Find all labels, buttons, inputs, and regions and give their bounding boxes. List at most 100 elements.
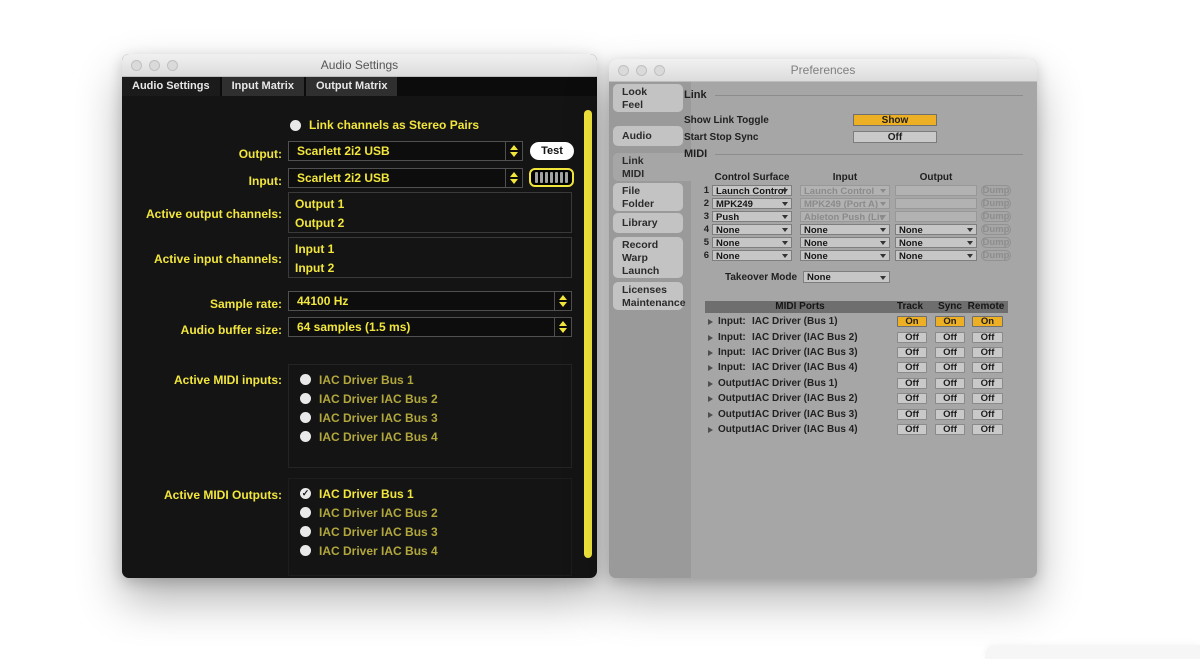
expander-triangle-icon[interactable]	[708, 319, 713, 325]
sync-toggle[interactable]: Off	[935, 424, 965, 435]
sidebar-item-library[interactable]: Library	[613, 213, 683, 233]
stepper-arrows-icon[interactable]	[554, 292, 571, 310]
remote-toggle[interactable]: Off	[972, 332, 1003, 343]
expander-triangle-icon[interactable]	[708, 427, 713, 433]
sync-toggle[interactable]: Off	[935, 332, 965, 343]
track-toggle[interactable]: Off	[897, 362, 927, 373]
track-toggle[interactable]: Off	[897, 424, 927, 435]
sidebar-item-record-warp-launch[interactable]: Record Warp Launch	[613, 237, 683, 278]
audio-settings-titlebar[interactable]: Audio Settings	[122, 54, 597, 77]
dump-button[interactable]: Dump	[981, 224, 1011, 235]
checkbox-icon[interactable]	[300, 545, 311, 556]
close-button[interactable]	[618, 65, 629, 76]
tab-audio-settings[interactable]: Audio Settings	[122, 77, 220, 96]
sync-toggle[interactable]: Off	[935, 393, 965, 404]
minimize-button[interactable]	[636, 65, 647, 76]
checkbox-icon[interactable]	[300, 374, 311, 385]
preferences-titlebar[interactable]: Preferences	[609, 59, 1037, 82]
stereo-pairs-checkbox-row[interactable]: Link channels as Stereo Pairs	[290, 118, 479, 132]
sync-toggle[interactable]: Off	[935, 409, 965, 420]
input-select[interactable]: None	[800, 250, 890, 261]
control-surface-select[interactable]: None	[712, 237, 792, 248]
stepper-arrows-icon[interactable]	[505, 169, 522, 187]
show-link-toggle-button[interactable]: Show	[853, 114, 937, 126]
sidebar-item-audio[interactable]: Audio	[613, 126, 683, 146]
checkbox-icon[interactable]	[300, 412, 311, 423]
output-device-select[interactable]: Scarlett 2i2 USB	[288, 141, 523, 161]
midi-output-item[interactable]: IAC Driver Bus 1	[300, 484, 571, 503]
expander-triangle-icon[interactable]	[708, 335, 713, 341]
checkbox-checked-icon[interactable]	[300, 488, 311, 499]
track-toggle[interactable]: Off	[897, 378, 927, 389]
output-select[interactable]: None	[895, 237, 977, 248]
midi-output-item[interactable]: IAC Driver IAC Bus 4	[300, 541, 571, 560]
list-item[interactable]: Output 1	[289, 195, 571, 214]
remote-toggle[interactable]: On	[972, 316, 1003, 327]
remote-toggle[interactable]: Off	[972, 393, 1003, 404]
midi-output-item[interactable]: IAC Driver IAC Bus 2	[300, 503, 571, 522]
tab-input-matrix[interactable]: Input Matrix	[222, 77, 304, 96]
dump-button[interactable]: Dump	[981, 185, 1011, 196]
stepper-arrows-icon[interactable]	[505, 142, 522, 160]
output-select[interactable]: None	[895, 224, 977, 235]
track-toggle[interactable]: Off	[897, 409, 927, 420]
control-surface-select[interactable]: Launch Control	[712, 185, 792, 196]
expander-triangle-icon[interactable]	[708, 412, 713, 418]
sample-rate-select[interactable]: 44100 Hz	[288, 291, 572, 311]
scrollbar[interactable]	[584, 110, 592, 558]
remote-toggle[interactable]: Off	[972, 378, 1003, 389]
sync-toggle[interactable]: Off	[935, 347, 965, 358]
expander-triangle-icon[interactable]	[708, 396, 713, 402]
sync-toggle[interactable]: Off	[935, 378, 965, 389]
control-surface-select[interactable]: Push	[712, 211, 792, 222]
control-surface-select[interactable]: MPK249	[712, 198, 792, 209]
dump-button[interactable]: Dump	[981, 237, 1011, 248]
input-device-select[interactable]: Scarlett 2i2 USB	[288, 168, 523, 188]
zoom-button[interactable]	[654, 65, 665, 76]
dump-button[interactable]: Dump	[981, 211, 1011, 222]
control-surface-select[interactable]: None	[712, 250, 792, 261]
checkbox-icon[interactable]	[300, 526, 311, 537]
track-toggle[interactable]: On	[897, 316, 927, 327]
dump-button[interactable]: Dump	[981, 250, 1011, 261]
remote-toggle[interactable]: Off	[972, 424, 1003, 435]
start-stop-sync-button[interactable]: Off	[853, 131, 937, 143]
track-toggle[interactable]: Off	[897, 393, 927, 404]
checkbox-icon[interactable]	[300, 507, 311, 518]
midi-input-item[interactable]: IAC Driver IAC Bus 4	[300, 427, 571, 446]
buffer-size-select[interactable]: 64 samples (1.5 ms)	[288, 317, 572, 337]
midi-input-item[interactable]: IAC Driver IAC Bus 3	[300, 408, 571, 427]
stepper-arrows-icon[interactable]	[554, 318, 571, 336]
track-toggle[interactable]: Off	[897, 332, 927, 343]
active-output-channels-list[interactable]: Output 1 Output 2	[288, 192, 572, 233]
midi-input-item[interactable]: IAC Driver IAC Bus 2	[300, 389, 571, 408]
expander-triangle-icon[interactable]	[708, 365, 713, 371]
list-item[interactable]: Output 2	[289, 214, 571, 233]
sync-toggle[interactable]: On	[935, 316, 965, 327]
remote-toggle[interactable]: Off	[972, 362, 1003, 373]
sync-toggle[interactable]: Off	[935, 362, 965, 373]
sidebar-item-file-folder[interactable]: File Folder	[613, 183, 683, 211]
checkbox-icon[interactable]	[300, 393, 311, 404]
sidebar-item-licenses-maintenance[interactable]: Licenses Maintenance	[613, 282, 683, 310]
minimize-button[interactable]	[149, 60, 160, 71]
expander-triangle-icon[interactable]	[708, 350, 713, 356]
remote-toggle[interactable]: Off	[972, 347, 1003, 358]
midi-input-item[interactable]: IAC Driver Bus 1	[300, 370, 571, 389]
zoom-button[interactable]	[167, 60, 178, 71]
active-input-channels-list[interactable]: Input 1 Input 2	[288, 237, 572, 278]
dump-button[interactable]: Dump	[981, 198, 1011, 209]
stereo-pairs-checkbox-icon[interactable]	[290, 120, 301, 131]
list-item[interactable]: Input 2	[289, 259, 571, 278]
sidebar-item-link-midi[interactable]: Link MIDI	[613, 153, 691, 181]
sidebar-item-look-feel[interactable]: Look Feel	[613, 84, 683, 112]
test-button[interactable]: Test	[530, 142, 574, 160]
checkbox-icon[interactable]	[300, 431, 311, 442]
close-button[interactable]	[131, 60, 142, 71]
input-select[interactable]: None	[800, 224, 890, 235]
control-surface-select[interactable]: None	[712, 224, 792, 235]
midi-output-item[interactable]: IAC Driver IAC Bus 3	[300, 522, 571, 541]
output-select[interactable]: None	[895, 250, 977, 261]
remote-toggle[interactable]: Off	[972, 409, 1003, 420]
takeover-mode-select[interactable]: None	[803, 271, 890, 283]
